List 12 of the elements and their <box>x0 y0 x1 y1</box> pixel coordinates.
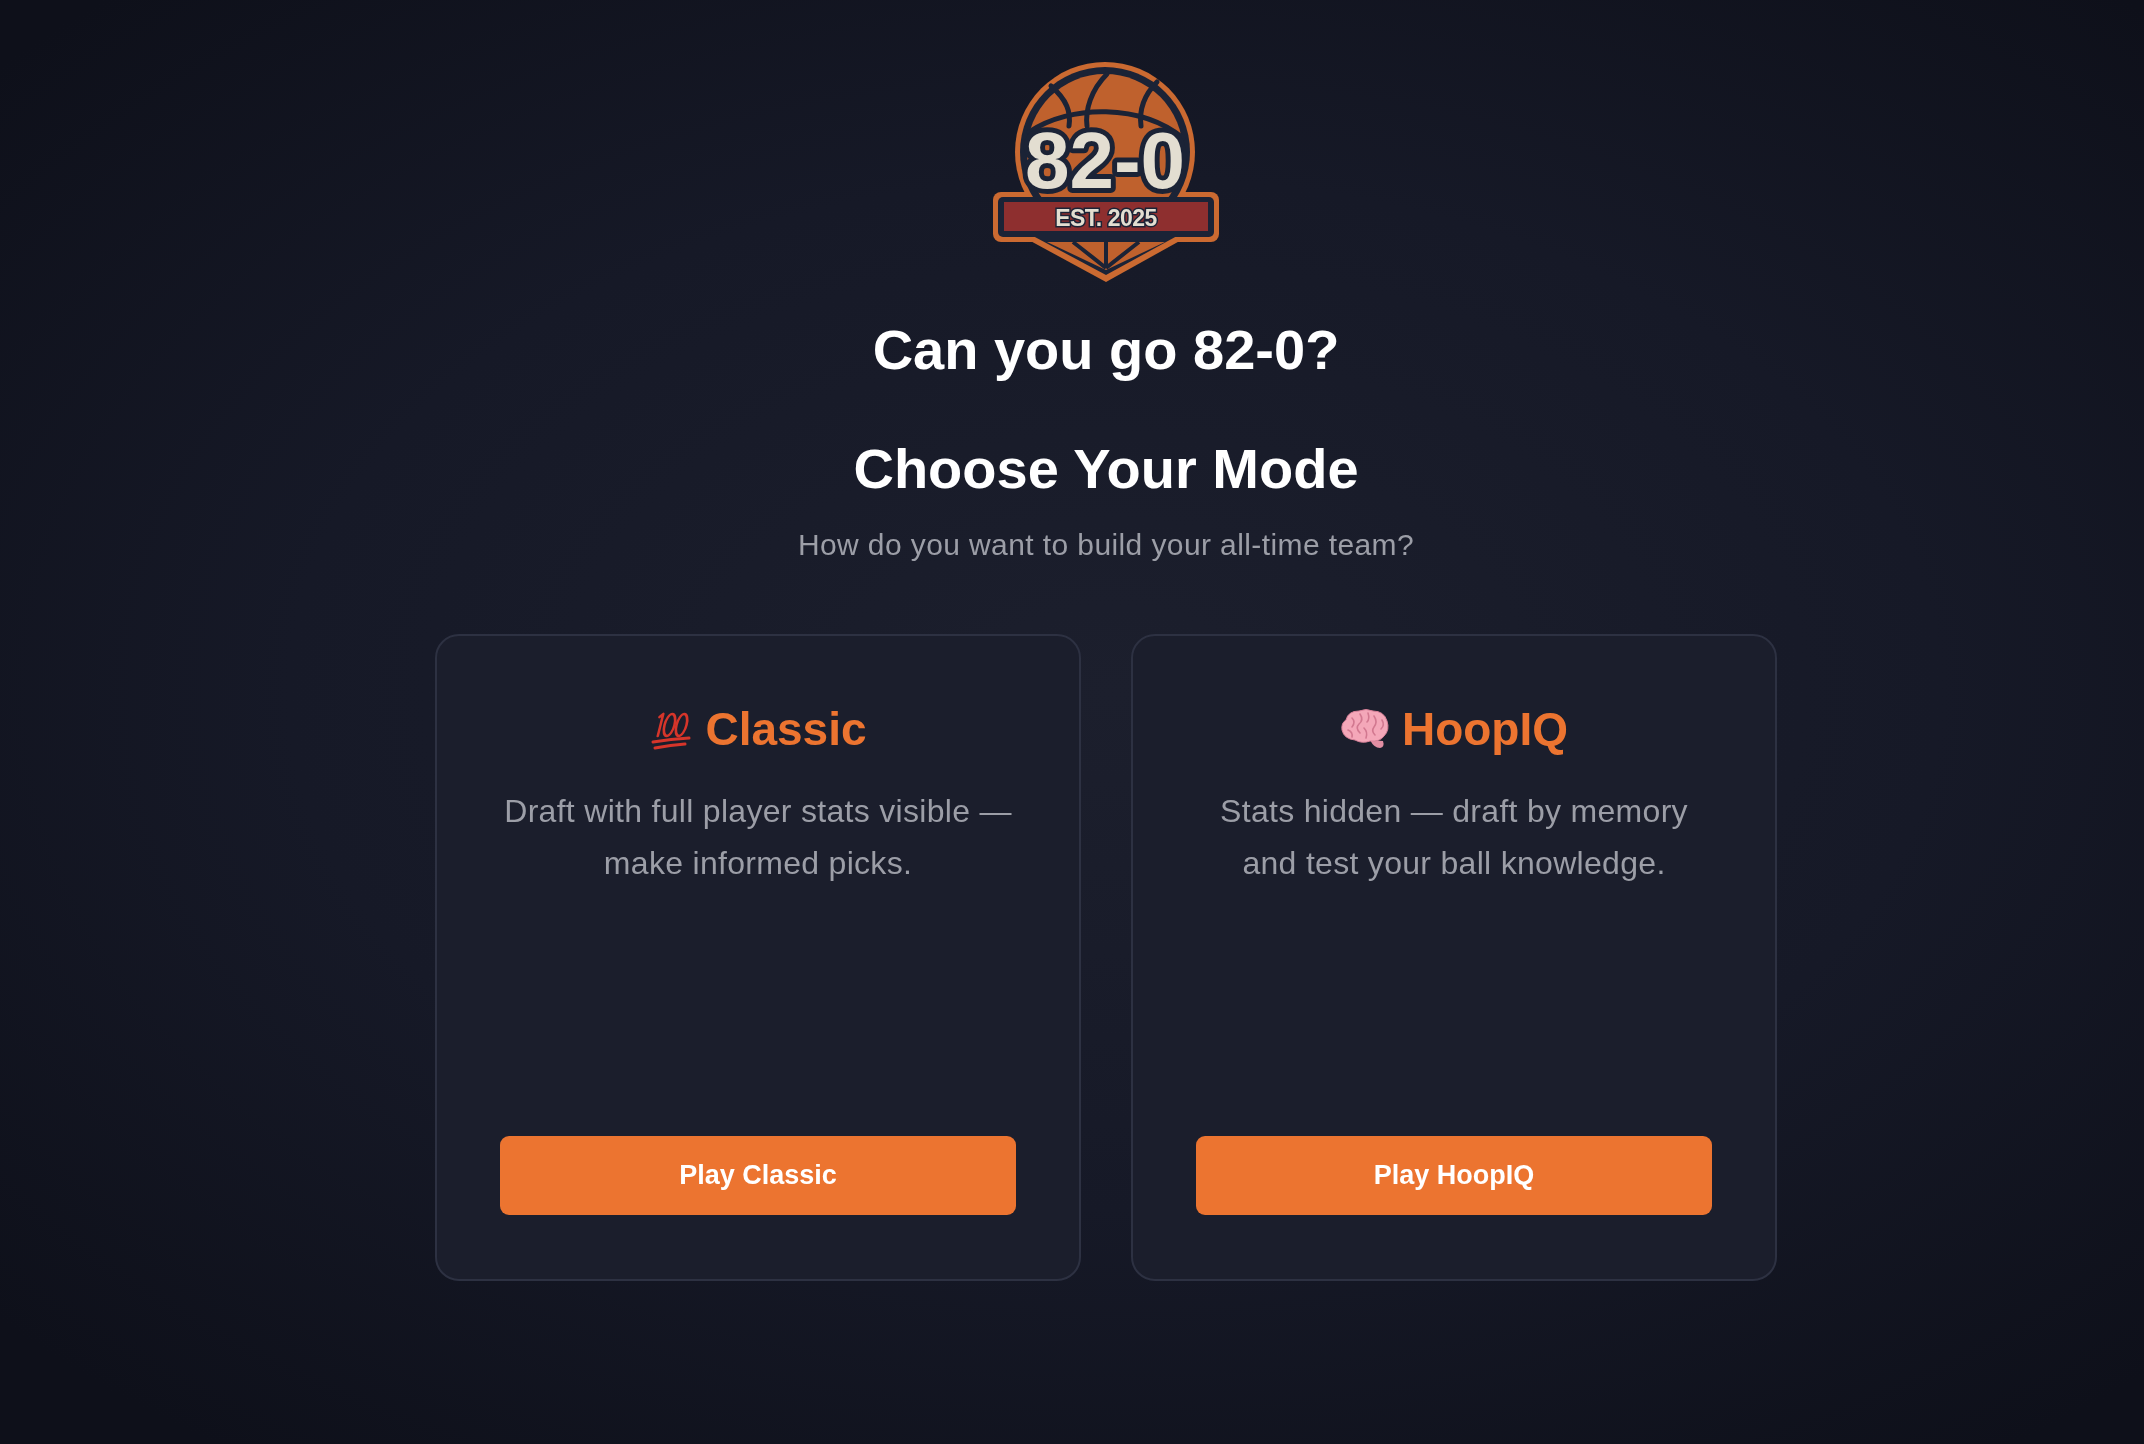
section-heading: Choose Your Mode <box>853 436 1359 502</box>
play-button[interactable]: Play Classic <box>500 1136 1016 1215</box>
logo-tagline: EST. 2025 <box>1055 205 1157 231</box>
brain-icon <box>1339 708 1390 750</box>
logo-wordmark: 82-0 <box>1024 116 1186 205</box>
mode-title: Classic <box>705 702 867 757</box>
play-button[interactable]: Play HoopIQ <box>1196 1136 1712 1215</box>
subtitle: How do you want to build your all-time team? <box>797 527 1415 563</box>
mode-description: Stats hidden — draft by memory and test your ball knowledge. <box>1219 792 1689 883</box>
mode-description: Draft with full player stats visible — make informed picks. <box>503 792 1013 883</box>
headline: Can you go 82-0? <box>872 317 1340 383</box>
mode-title: HoopIQ <box>1401 702 1569 757</box>
